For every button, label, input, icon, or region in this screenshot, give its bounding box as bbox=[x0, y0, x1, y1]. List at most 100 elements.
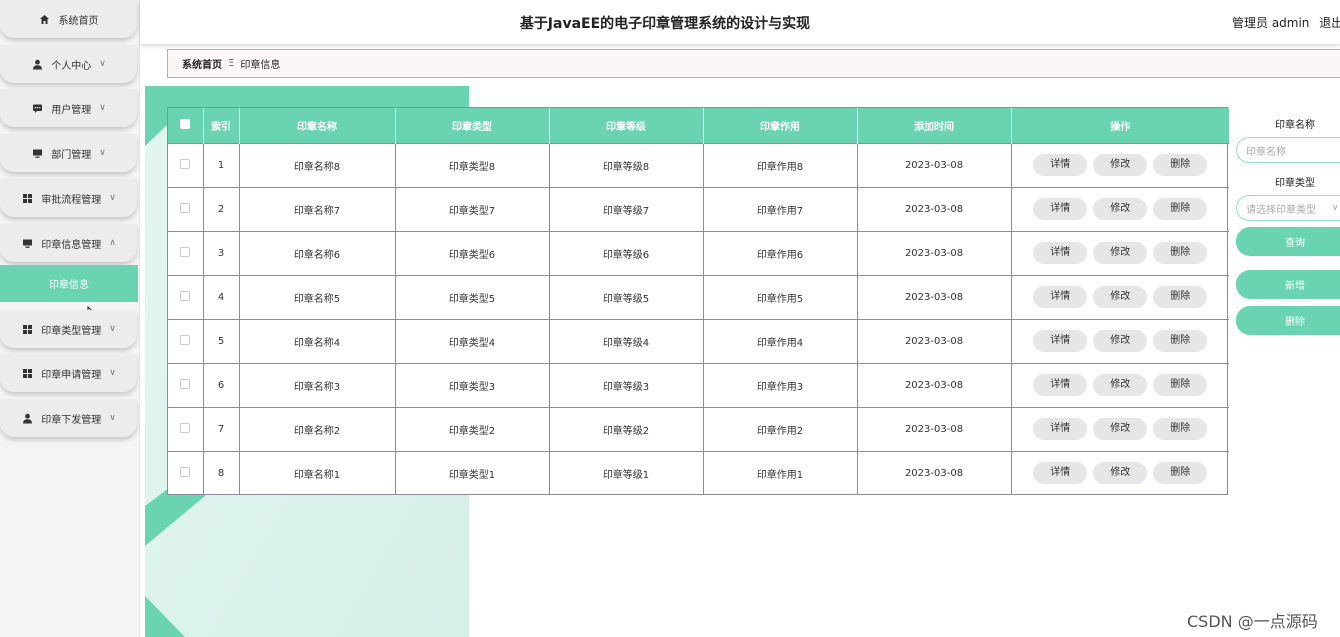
sidebar-item-personal[interactable]: 个人中心 ∨ bbox=[0, 45, 137, 83]
edit-button[interactable]: 修改 bbox=[1093, 286, 1148, 308]
logout-link[interactable]: 退出登录 bbox=[1319, 16, 1340, 30]
sidebar-item-seal-issuance[interactable]: 印章下发管理 ∨ bbox=[0, 399, 137, 437]
cell-seal-name: 印章名称5 bbox=[239, 274, 396, 319]
sidebar-item-departments[interactable]: 部门管理 ∨ bbox=[0, 134, 137, 172]
sidebar-item-seal-applications[interactable]: 印章申请管理 ∨ bbox=[0, 354, 137, 392]
row-checkbox[interactable] bbox=[180, 378, 191, 389]
breadcrumb-separator-icon: Ξ bbox=[228, 58, 235, 69]
delete-button[interactable]: 删除 bbox=[1153, 462, 1208, 485]
detail-button[interactable]: 详情 bbox=[1033, 198, 1088, 220]
seal-type-select[interactable]: 请选择印章类型 ∨ bbox=[1236, 195, 1340, 221]
edit-button[interactable]: 修改 bbox=[1093, 242, 1148, 264]
cell-seal-usage: 印章作用1 bbox=[703, 450, 858, 495]
grid-icon bbox=[21, 323, 33, 335]
column-header[interactable]: 印章名称 bbox=[239, 108, 396, 143]
chevron-down-icon: ∨ bbox=[1332, 203, 1339, 213]
row-checkbox[interactable] bbox=[180, 334, 191, 345]
cell-added-time: 2023-03-08 bbox=[857, 362, 1012, 407]
detail-button[interactable]: 详情 bbox=[1033, 374, 1088, 396]
row-select-cell bbox=[168, 142, 204, 187]
edit-button[interactable]: 修改 bbox=[1093, 462, 1148, 485]
sidebar-item-home[interactable]: 系统首页 bbox=[0, 0, 137, 38]
detail-button[interactable]: 详情 bbox=[1033, 330, 1088, 352]
delete-button[interactable]: 删除 bbox=[1153, 154, 1208, 176]
cell-actions: 详情 修改 删除 bbox=[1011, 406, 1229, 451]
column-header: 操作 bbox=[1011, 108, 1229, 143]
detail-button[interactable]: 详情 bbox=[1033, 418, 1088, 440]
column-header[interactable]: 添加时间 bbox=[857, 108, 1012, 143]
breadcrumb-home[interactable]: 系统首页 bbox=[182, 56, 222, 71]
cell-actions: 详情 修改 删除 bbox=[1011, 186, 1229, 231]
query-button[interactable]: 查询 bbox=[1236, 227, 1340, 256]
delete-button[interactable]: 删除 bbox=[1153, 374, 1208, 396]
edit-button[interactable]: 修改 bbox=[1093, 418, 1148, 440]
edit-button[interactable]: 修改 bbox=[1093, 198, 1148, 220]
cell-seal-usage: 印章作用2 bbox=[703, 406, 858, 451]
batch-delete-button[interactable]: 删除 bbox=[1236, 306, 1340, 335]
cell-seal-type: 印章类型6 bbox=[395, 230, 550, 275]
chevron-down-icon: ∨ bbox=[109, 413, 116, 423]
add-button[interactable]: 新增 bbox=[1236, 270, 1340, 299]
column-header[interactable]: 印章类型 bbox=[395, 108, 550, 143]
row-checkbox[interactable] bbox=[180, 246, 191, 257]
column-header[interactable]: 印章作用 bbox=[703, 108, 858, 143]
delete-button[interactable]: 删除 bbox=[1153, 330, 1208, 352]
cell-added-time: 2023-03-08 bbox=[857, 186, 1012, 231]
row-select-cell bbox=[168, 362, 204, 407]
user-name: 管理员 admin bbox=[1232, 16, 1310, 30]
row-checkbox[interactable] bbox=[180, 290, 191, 301]
cell-actions: 详情 修改 删除 bbox=[1011, 230, 1229, 275]
delete-button[interactable]: 删除 bbox=[1153, 418, 1208, 440]
column-header[interactable]: 索引 bbox=[203, 108, 240, 143]
cell-index: 1 bbox=[203, 142, 240, 187]
delete-button[interactable]: 删除 bbox=[1153, 198, 1208, 220]
cell-seal-type: 印章类型2 bbox=[395, 406, 550, 451]
cell-seal-level: 印章等级6 bbox=[549, 230, 704, 275]
edit-button[interactable]: 修改 bbox=[1093, 374, 1148, 396]
breadcrumb: 系统首页 Ξ 印章信息 bbox=[167, 49, 1340, 78]
column-header[interactable]: 印章等级 bbox=[549, 108, 704, 143]
row-select-cell bbox=[168, 186, 204, 231]
sidebar-item-approval-flow[interactable]: 审批流程管理 ∨ bbox=[0, 179, 137, 217]
delete-button[interactable]: 删除 bbox=[1153, 286, 1208, 308]
chat-icon bbox=[31, 102, 43, 114]
edit-button[interactable]: 修改 bbox=[1093, 330, 1148, 352]
detail-button[interactable]: 详情 bbox=[1033, 462, 1088, 485]
cell-seal-level: 印章等级4 bbox=[549, 318, 704, 363]
row-checkbox[interactable] bbox=[180, 466, 191, 477]
sidebar-item-label: 系统首页 bbox=[58, 15, 99, 27]
row-select-cell bbox=[168, 406, 204, 451]
cell-seal-level: 印章等级3 bbox=[549, 362, 704, 407]
sidebar-item-label: 印章下发管理 bbox=[41, 414, 102, 426]
detail-button[interactable]: 详情 bbox=[1033, 154, 1088, 176]
sidebar-item-users[interactable]: 用户管理 ∨ bbox=[0, 89, 137, 127]
row-checkbox[interactable] bbox=[180, 422, 191, 433]
select-all-checkbox[interactable] bbox=[180, 118, 191, 129]
sidebar-item-seal-info[interactable]: 印章信息管理 ∧ bbox=[0, 224, 137, 262]
seal-name-label: 印章名称 bbox=[1275, 120, 1315, 131]
row-checkbox[interactable] bbox=[180, 202, 191, 213]
sidebar-item-seal-types[interactable]: 印章类型管理 ∨ bbox=[0, 310, 137, 348]
monitor-icon bbox=[31, 147, 43, 159]
seal-table: 索引 印章名称 印章类型 印章等级 印章作用 添加时间 操作 1 印章名称8 印章类… bbox=[167, 107, 1229, 495]
cell-actions: 详情 修改 删除 bbox=[1011, 450, 1229, 495]
sidebar-item-label: 印章信息管理 bbox=[41, 239, 102, 251]
row-checkbox[interactable] bbox=[180, 158, 191, 169]
detail-button[interactable]: 详情 bbox=[1033, 242, 1088, 264]
table-row: 1 印章名称8 印章类型8 印章等级8 印章作用8 2023-03-08 详情 修改 删除 bbox=[168, 142, 1229, 187]
sidebar-subitem-seal-info[interactable]: 印章信息 bbox=[0, 265, 138, 302]
cell-seal-name: 印章名称3 bbox=[239, 362, 396, 407]
cell-seal-level: 印章等级5 bbox=[549, 274, 704, 319]
monitor-icon bbox=[21, 237, 33, 249]
chevron-down-icon: ∨ bbox=[99, 148, 106, 158]
detail-button[interactable]: 详情 bbox=[1033, 286, 1088, 308]
table-header-row: 索引 印章名称 印章类型 印章等级 印章作用 添加时间 操作 bbox=[168, 108, 1229, 143]
cell-seal-usage: 印章作用3 bbox=[703, 362, 858, 407]
watermark: CSDN @一点源码 bbox=[1187, 612, 1318, 631]
row-select-cell bbox=[168, 318, 204, 363]
seal-name-input[interactable]: 印章名称 bbox=[1236, 137, 1340, 163]
chevron-down-icon: ∨ bbox=[109, 193, 116, 203]
cell-added-time: 2023-03-08 bbox=[857, 450, 1012, 495]
delete-button[interactable]: 删除 bbox=[1153, 242, 1208, 264]
edit-button[interactable]: 修改 bbox=[1093, 154, 1148, 176]
